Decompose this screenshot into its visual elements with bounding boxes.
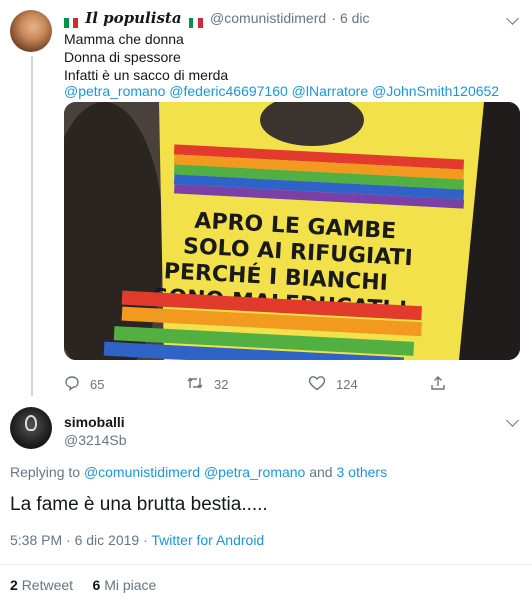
replying-others-link[interactable]: 3 others <box>336 464 387 480</box>
tweet-timestamp[interactable]: 5:38 PM · 6 dic 2019 · <box>10 532 148 548</box>
retweet-count: 32 <box>214 377 229 392</box>
like-button[interactable]: 124 <box>308 375 358 394</box>
retweets-number: 2 <box>10 577 18 593</box>
reply-count: 65 <box>90 377 105 392</box>
avatar[interactable] <box>10 10 52 52</box>
replying-to: Replying to @comunistidimerd @petra_roma… <box>10 464 387 480</box>
share-button[interactable] <box>430 375 456 394</box>
like-count: 124 <box>336 377 358 392</box>
retweet-button[interactable]: 32 <box>186 375 228 394</box>
italy-flag-icon <box>188 14 203 28</box>
tweet1-author-row[interactable]: Il populista @comunistidimerd · 6 dic <box>62 9 370 28</box>
tweet-stats: 2 Retweet 6 Mi piace <box>10 577 156 593</box>
replying-label: Replying to <box>10 464 81 480</box>
likes-label: Mi piace <box>104 577 157 593</box>
like-icon <box>308 375 326 394</box>
tweet-text-line: Mamma che donna <box>64 31 184 47</box>
avatar-emblem <box>25 415 37 431</box>
tweet1-actions: 65 32 124 <box>64 375 504 395</box>
likes-number: 6 <box>92 577 101 593</box>
user-handle[interactable]: @3214Sb <box>64 432 126 448</box>
display-name[interactable]: simoballi <box>64 414 125 430</box>
tweet-image[interactable]: APRO LE GAMBE SOLO AI RIFUGIATI PERCHÉ I… <box>64 102 520 360</box>
user-handle[interactable]: @comunistidimerd <box>210 10 326 26</box>
divider <box>0 564 532 565</box>
replying-and: and <box>309 464 333 480</box>
dot-separator: · <box>331 10 340 26</box>
chevron-down-icon[interactable] <box>506 12 519 25</box>
retweet-icon <box>186 375 204 394</box>
reply-icon <box>64 375 80 394</box>
tweet-source-link[interactable]: Twitter for Android <box>151 532 264 548</box>
tweet-text: La fame è una brutta bestia..... <box>10 494 268 515</box>
share-icon <box>430 375 446 394</box>
likes-stat[interactable]: 6 Mi piace <box>93 577 157 593</box>
avatar[interactable] <box>10 407 52 449</box>
retweets-label: Retweet <box>21 577 74 593</box>
tweet-meta: 5:38 PM · 6 dic 2019 · Twitter for Andro… <box>10 532 264 548</box>
reply-button[interactable]: 65 <box>64 375 104 394</box>
chevron-down-icon[interactable] <box>506 414 519 427</box>
display-name[interactable]: Il populista <box>85 9 181 27</box>
replying-mentions[interactable]: @comunistidimerd @petra_romano <box>84 464 305 480</box>
italy-flag-icon <box>64 14 78 28</box>
tweet-date[interactable]: 6 dic <box>340 10 370 26</box>
mentions-link[interactable]: @petra_romano @federic46697160 @lNarrato… <box>64 82 499 100</box>
thread-line <box>31 56 33 396</box>
retweets-stat[interactable]: 2 Retweet <box>10 577 73 593</box>
tweet-text-line: Donna di spessore <box>64 49 181 65</box>
